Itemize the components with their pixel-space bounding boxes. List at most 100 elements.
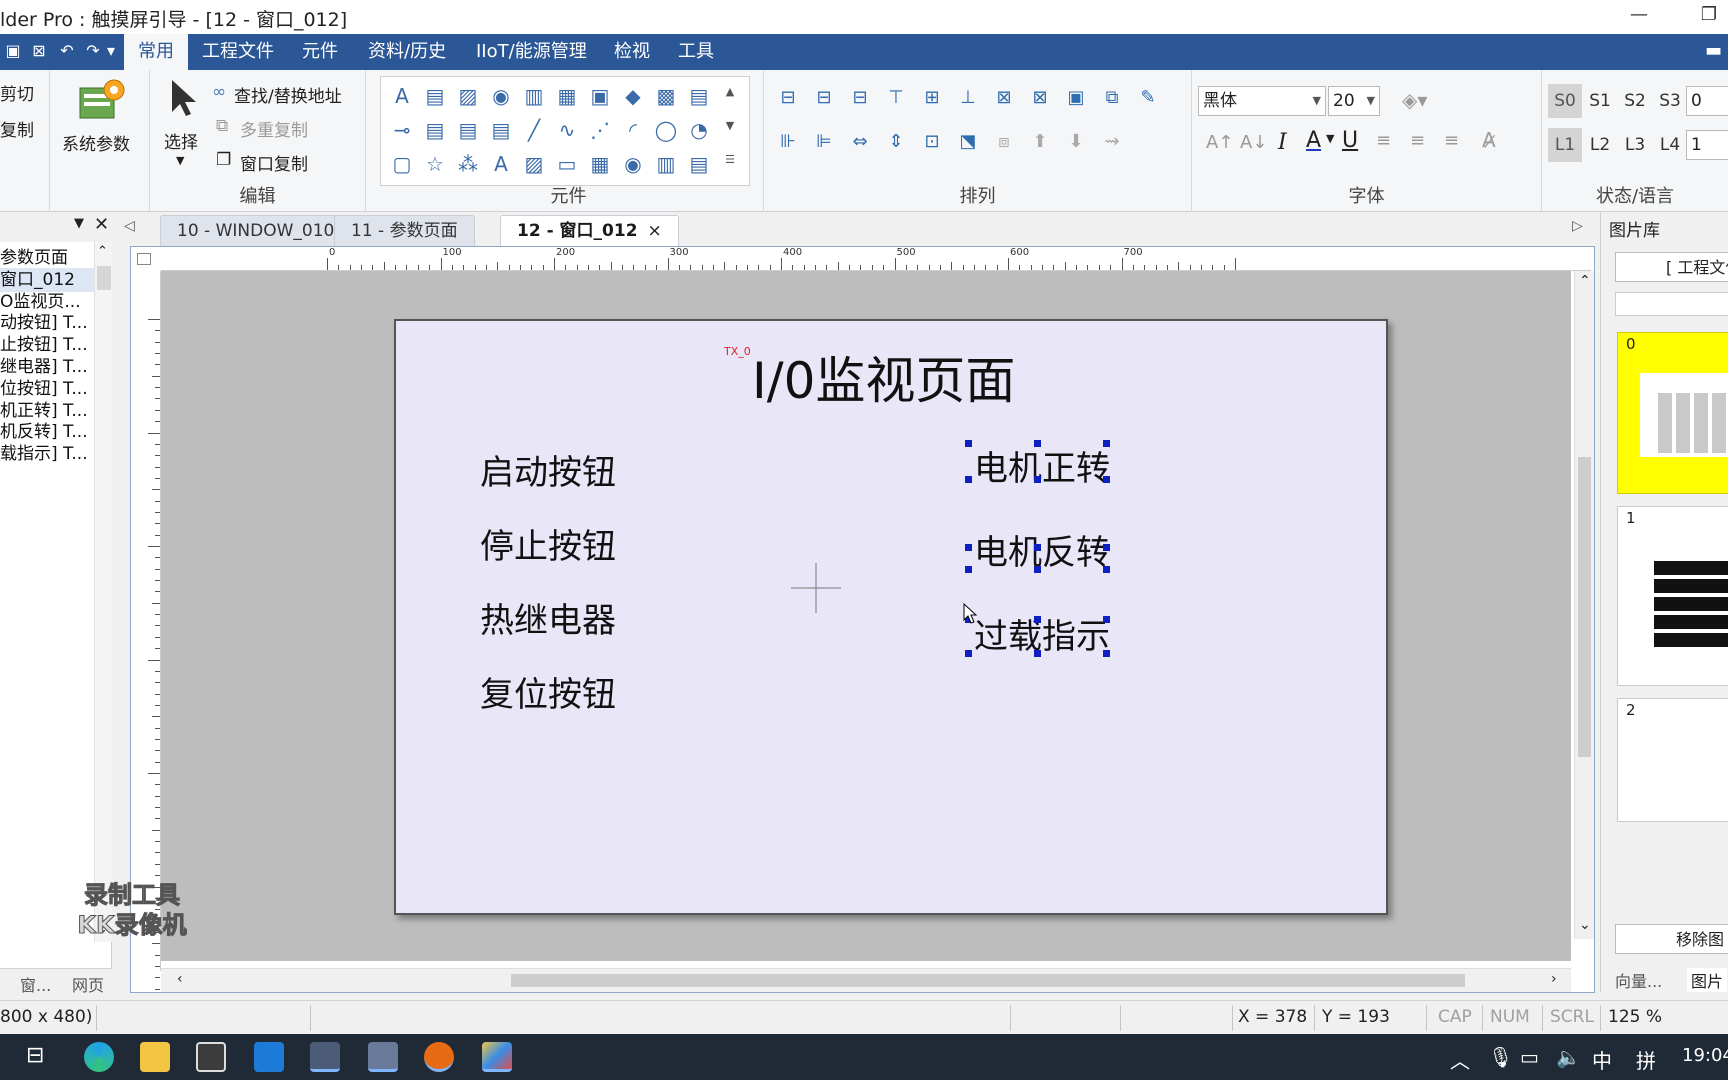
rectangle-icon[interactable]: ▢ — [387, 149, 417, 179]
center-h-icon[interactable]: ⊪ — [774, 128, 802, 156]
scroll-right-icon[interactable]: › — [1551, 971, 1557, 987]
find-replace-button[interactable]: 查找/替换地址 — [234, 82, 342, 107]
library-source-select[interactable]: [ 工程文件 — [1615, 252, 1728, 282]
scroll-left-icon[interactable]: ‹ — [177, 971, 183, 987]
network-icon[interactable]: ▭ — [1520, 1045, 1539, 1069]
tab-elements[interactable]: 元件 — [288, 34, 352, 70]
doc-tab-window-012[interactable]: 12 - 窗口_012 × — [500, 215, 679, 246]
tab-window-list[interactable]: 窗... — [20, 973, 51, 999]
tab-picture[interactable]: 图片 — [1687, 968, 1728, 992]
resize-handle[interactable] — [965, 476, 972, 483]
color-palette-icon[interactable]: ◈▾ — [1402, 88, 1427, 112]
arc-icon[interactable]: ◜ — [618, 115, 648, 145]
tabs-scroll-right-icon[interactable]: ▷ — [1572, 218, 1583, 234]
tree-item[interactable]: 窗口_012 — [0, 267, 94, 292]
ungroup-icon[interactable]: ⧉ — [1098, 84, 1126, 112]
resize-handle[interactable] — [1103, 650, 1110, 657]
font-color-dropdown-icon[interactable]: ▼ — [1326, 132, 1334, 145]
resize-handle[interactable] — [1034, 650, 1041, 657]
star-icon[interactable]: ☆ — [420, 149, 450, 179]
task-view-icon[interactable]: ⊟ — [26, 1043, 44, 1068]
zoom-level[interactable]: 125 % — [1608, 1007, 1662, 1027]
doc-tab-window-010[interactable]: 10 - WINDOW_010 — [160, 215, 352, 246]
resize-handle[interactable] — [965, 566, 972, 573]
signal-icon[interactable]: ▥ — [651, 149, 681, 179]
recorder-icon[interactable] — [424, 1042, 454, 1072]
editor-canvas[interactable]: TX_0 I/0监视页面 启动按钮 停止按钮 热继电器 复位按钮 电机正转 电机… — [161, 271, 1571, 961]
system-params-button[interactable]: 系统参数 — [60, 78, 144, 168]
tree-item[interactable]: 继电器] T... — [0, 355, 94, 379]
label-thermal-relay[interactable]: 热继电器 — [480, 593, 616, 642]
bulb-icon[interactable]: ◉ — [618, 149, 648, 179]
multi-copy-button[interactable]: 多重复制 — [240, 116, 308, 141]
scroll-thumb[interactable] — [1578, 457, 1591, 757]
image-icon[interactable]: ▨ — [519, 149, 549, 179]
distribute-h-icon[interactable]: ⊠ — [990, 84, 1018, 112]
language-button-l1[interactable]: L1 — [1548, 128, 1582, 162]
state-value-input[interactable]: 0 — [1686, 86, 1728, 116]
tab-iiot-energy[interactable]: IIoT/能源管理 — [462, 34, 601, 70]
scroll-thumb[interactable] — [511, 974, 1465, 987]
language-value-input[interactable]: 1 — [1686, 130, 1728, 160]
numeric-input-icon[interactable]: ▤ — [453, 115, 483, 145]
tree-scrollbar[interactable]: ⌃ ⌄ — [94, 242, 112, 942]
redo-icon[interactable]: ↷ — [82, 40, 104, 62]
table-icon[interactable]: ▤ — [420, 115, 450, 145]
quick-access-dropdown-icon[interactable]: ▾ — [104, 40, 118, 62]
ime-pinyin[interactable]: 拼 — [1636, 1045, 1656, 1074]
resize-handle[interactable] — [1034, 544, 1041, 551]
tab-common[interactable]: 常用 — [124, 34, 188, 70]
minimize-button[interactable]: — — [1616, 4, 1662, 30]
tree-item[interactable]: 动按钮] T... — [0, 311, 94, 335]
resize-handle[interactable] — [1034, 616, 1041, 623]
tabs-scroll-left-icon[interactable]: ◁ — [124, 218, 135, 234]
ascii-input-icon[interactable]: ▤ — [486, 115, 516, 145]
language-button-l3[interactable]: L3 — [1618, 128, 1652, 162]
list-icon[interactable]: ▤ — [684, 81, 714, 111]
label-icon[interactable]: ▤ — [420, 81, 450, 111]
gauge-icon[interactable]: ◆ — [618, 81, 648, 111]
pin-icon[interactable]: ✎ — [1134, 84, 1162, 112]
mail-icon[interactable] — [254, 1042, 284, 1072]
font-size-select[interactable]: 20 ▼ — [1328, 86, 1380, 116]
easybuilder-taskbar-icon[interactable] — [310, 1042, 340, 1072]
file-explorer-icon[interactable] — [140, 1042, 170, 1072]
particle-icon[interactable]: ⁂ — [453, 149, 483, 179]
decrease-font-icon[interactable]: A↓ — [1240, 132, 1267, 153]
align-center-icon[interactable]: ≡ — [1410, 130, 1425, 151]
align-right-icon[interactable]: ⊟ — [846, 84, 874, 112]
font-name-select[interactable]: 黑体 ▼ — [1198, 86, 1326, 116]
circle-icon[interactable]: ◯ — [651, 115, 681, 145]
resize-handle[interactable] — [1103, 476, 1110, 483]
undo-icon[interactable]: ↶ — [56, 40, 78, 62]
app-window-icon[interactable] — [368, 1042, 398, 1072]
tab-project-file[interactable]: 工程文件 — [188, 34, 288, 70]
tree-item[interactable]: 机反转] T... — [0, 420, 94, 444]
state-button-s0[interactable]: S0 — [1548, 84, 1582, 118]
state-button-s1[interactable]: S1 — [1583, 84, 1617, 118]
edge-browser-icon[interactable] — [84, 1042, 114, 1072]
state-button-s2[interactable]: S2 — [1618, 84, 1652, 118]
order-icon[interactable]: ⧈ — [990, 128, 1018, 156]
close-file-icon[interactable]: ⊠ — [28, 40, 50, 62]
align-center-h-icon[interactable]: ⊟ — [810, 84, 838, 112]
editor-horizontal-scrollbar[interactable]: ‹ › — [161, 968, 1571, 992]
center-v-icon[interactable]: ⊫ — [810, 128, 838, 156]
store-icon[interactable] — [196, 1042, 226, 1072]
gallery-scroll-down-icon[interactable]: ▼ — [721, 119, 739, 132]
resize-handle[interactable] — [1034, 440, 1041, 447]
tree-item[interactable]: 位按钮] T... — [0, 377, 94, 401]
library-thumb-0[interactable]: 0 — [1617, 332, 1728, 494]
bring-forward-icon[interactable]: ⬆ — [1026, 128, 1054, 156]
scroll-thumb[interactable] — [97, 266, 111, 290]
send-backward-icon[interactable]: ⬇ — [1062, 128, 1090, 156]
align-right-icon[interactable]: ≡ — [1444, 130, 1459, 151]
resize-handle[interactable] — [1034, 566, 1041, 573]
ribbon-collapse-icon[interactable]: ▬ — [1705, 40, 1722, 61]
state-button-s3[interactable]: S3 — [1653, 84, 1687, 118]
picture-icon[interactable]: ▨ — [453, 81, 483, 111]
slider-icon[interactable]: ⊸ — [387, 115, 417, 145]
align-top-icon[interactable]: ⊤ — [882, 84, 910, 112]
close-icon[interactable]: ✕ — [94, 214, 109, 235]
language-button-l2[interactable]: L2 — [1583, 128, 1617, 162]
